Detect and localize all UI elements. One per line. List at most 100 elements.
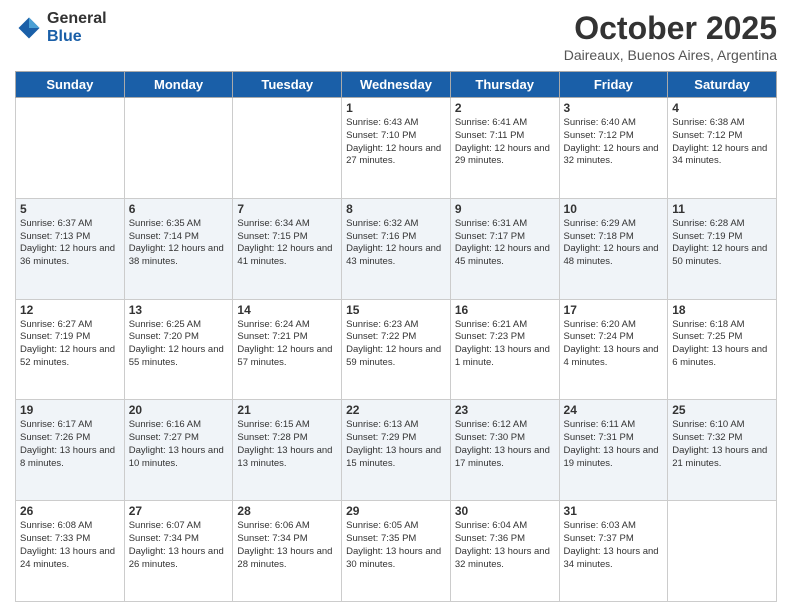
day-info: Sunrise: 6:27 AM Sunset: 7:19 PM Dayligh…: [20, 319, 120, 370]
day-info: Sunrise: 6:32 AM Sunset: 7:16 PM Dayligh…: [346, 218, 446, 269]
day-number: 3: [564, 101, 664, 115]
calendar-cell: 10 Sunrise: 6:29 AM Sunset: 7:18 PM Dayli…: [559, 198, 668, 299]
day-info: Sunrise: 6:21 AM Sunset: 7:23 PM Dayligh…: [455, 319, 555, 370]
header: General Blue October 2025 Daireaux, Buen…: [15, 10, 777, 63]
calendar-cell: 24 Sunrise: 6:11 AM Sunset: 7:31 PM Dayli…: [559, 400, 668, 501]
calendar-cell: 26 Sunrise: 6:08 AM Sunset: 7:33 PM Dayli…: [16, 501, 125, 602]
day-number: 7: [237, 202, 337, 216]
calendar-cell: 8 Sunrise: 6:32 AM Sunset: 7:16 PM Daylig…: [342, 198, 451, 299]
day-info: Sunrise: 6:16 AM Sunset: 7:27 PM Dayligh…: [129, 419, 229, 470]
calendar-cell: 3Sunrise: 6:40 AM Sunset: 7:12 PM Daylig…: [559, 98, 668, 199]
calendar-cell: 23Sunrise: 6:12 AM Sunset: 7:30 PM Dayli…: [450, 400, 559, 501]
calendar-cell: 31 Sunrise: 6:03 AM Sunset: 7:37 PM Dayli…: [559, 501, 668, 602]
calendar-cell: 7 Sunrise: 6:34 AM Sunset: 7:15 PM Daylig…: [233, 198, 342, 299]
calendar-cell: 1 Sunrise: 6:43 AM Sunset: 7:10 PM Daylig…: [342, 98, 451, 199]
day-number: 27: [129, 504, 229, 518]
day-info: Sunrise: 6:28 AM Sunset: 7:19 PM Dayligh…: [672, 218, 772, 269]
day-number: 18: [672, 303, 772, 317]
day-number: 12: [20, 303, 120, 317]
day-number: 21: [237, 403, 337, 417]
calendar-header-row: SundayMondayTuesdayWednesdayThursdayFrid…: [16, 72, 777, 98]
day-info: Sunrise: 6:11 AM Sunset: 7:31 PM Dayligh…: [564, 419, 664, 470]
calendar-cell: 9 Sunrise: 6:31 AM Sunset: 7:17 PM Daylig…: [450, 198, 559, 299]
day-number: 24: [564, 403, 664, 417]
day-info: Sunrise: 6:31 AM Sunset: 7:17 PM Dayligh…: [455, 218, 555, 269]
day-number: 20: [129, 403, 229, 417]
day-info: Sunrise: 6:43 AM Sunset: 7:10 PM Dayligh…: [346, 117, 446, 168]
calendar-cell: 16 Sunrise: 6:21 AM Sunset: 7:23 PM Dayli…: [450, 299, 559, 400]
day-info: Sunrise: 6:13 AM Sunset: 7:29 PM Dayligh…: [346, 419, 446, 470]
title-block: October 2025 Daireaux, Buenos Aires, Arg…: [564, 10, 777, 63]
calendar-cell: 29 Sunrise: 6:05 AM Sunset: 7:35 PM Dayli…: [342, 501, 451, 602]
day-number: 13: [129, 303, 229, 317]
day-number: 1: [346, 101, 446, 115]
calendar-cell: 22 Sunrise: 6:13 AM Sunset: 7:29 PM Dayli…: [342, 400, 451, 501]
calendar-cell: [124, 98, 233, 199]
day-number: 29: [346, 504, 446, 518]
day-header-tuesday: Tuesday: [233, 72, 342, 98]
logo-general-label: General: [47, 10, 107, 28]
calendar-cell: 2Sunrise: 6:41 AM Sunset: 7:11 PM Daylig…: [450, 98, 559, 199]
calendar-cell: 30Sunrise: 6:04 AM Sunset: 7:36 PM Dayli…: [450, 501, 559, 602]
day-info: Sunrise: 6:03 AM Sunset: 7:37 PM Dayligh…: [564, 520, 664, 571]
day-info: Sunrise: 6:05 AM Sunset: 7:35 PM Dayligh…: [346, 520, 446, 571]
week-row-2: 5 Sunrise: 6:37 AM Sunset: 7:13 PM Daylig…: [16, 198, 777, 299]
day-header-wednesday: Wednesday: [342, 72, 451, 98]
day-info: Sunrise: 6:17 AM Sunset: 7:26 PM Dayligh…: [20, 419, 120, 470]
day-info: Sunrise: 6:08 AM Sunset: 7:33 PM Dayligh…: [20, 520, 120, 571]
day-header-thursday: Thursday: [450, 72, 559, 98]
logo: General Blue: [15, 10, 107, 45]
day-number: 10: [564, 202, 664, 216]
day-number: 16: [455, 303, 555, 317]
day-number: 17: [564, 303, 664, 317]
day-number: 5: [20, 202, 120, 216]
calendar-cell: 15 Sunrise: 6:23 AM Sunset: 7:22 PM Dayli…: [342, 299, 451, 400]
day-number: 25: [672, 403, 772, 417]
calendar-cell: [16, 98, 125, 199]
day-number: 22: [346, 403, 446, 417]
day-info: Sunrise: 6:07 AM Sunset: 7:34 PM Dayligh…: [129, 520, 229, 571]
day-info: Sunrise: 6:20 AM Sunset: 7:24 PM Dayligh…: [564, 319, 664, 370]
calendar-cell: 17 Sunrise: 6:20 AM Sunset: 7:24 PM Dayli…: [559, 299, 668, 400]
logo-text: General Blue: [47, 10, 107, 45]
calendar-cell: 13 Sunrise: 6:25 AM Sunset: 7:20 PM Dayli…: [124, 299, 233, 400]
calendar-cell: 19Sunrise: 6:17 AM Sunset: 7:26 PM Dayli…: [16, 400, 125, 501]
day-info: Sunrise: 6:12 AM Sunset: 7:30 PM Dayligh…: [455, 419, 555, 470]
day-info: Sunrise: 6:10 AM Sunset: 7:32 PM Dayligh…: [672, 419, 772, 470]
day-number: 9: [455, 202, 555, 216]
location: Daireaux, Buenos Aires, Argentina: [564, 47, 777, 63]
day-number: 15: [346, 303, 446, 317]
calendar-cell: 21 Sunrise: 6:15 AM Sunset: 7:28 PM Dayli…: [233, 400, 342, 501]
day-info: Sunrise: 6:37 AM Sunset: 7:13 PM Dayligh…: [20, 218, 120, 269]
calendar-cell: 6Sunrise: 6:35 AM Sunset: 7:14 PM Daylig…: [124, 198, 233, 299]
day-number: 2: [455, 101, 555, 115]
month-title: October 2025: [564, 10, 777, 47]
day-info: Sunrise: 6:29 AM Sunset: 7:18 PM Dayligh…: [564, 218, 664, 269]
logo-icon: [15, 14, 43, 42]
day-number: 8: [346, 202, 446, 216]
day-info: Sunrise: 6:34 AM Sunset: 7:15 PM Dayligh…: [237, 218, 337, 269]
calendar-cell: [233, 98, 342, 199]
calendar: SundayMondayTuesdayWednesdayThursdayFrid…: [15, 71, 777, 602]
day-number: 31: [564, 504, 664, 518]
logo-blue-label: Blue: [47, 28, 107, 46]
day-number: 11: [672, 202, 772, 216]
calendar-cell: 11 Sunrise: 6:28 AM Sunset: 7:19 PM Dayli…: [668, 198, 777, 299]
week-row-5: 26 Sunrise: 6:08 AM Sunset: 7:33 PM Dayli…: [16, 501, 777, 602]
day-info: Sunrise: 6:18 AM Sunset: 7:25 PM Dayligh…: [672, 319, 772, 370]
week-row-4: 19Sunrise: 6:17 AM Sunset: 7:26 PM Dayli…: [16, 400, 777, 501]
day-info: Sunrise: 6:15 AM Sunset: 7:28 PM Dayligh…: [237, 419, 337, 470]
calendar-cell: 12 Sunrise: 6:27 AM Sunset: 7:19 PM Dayli…: [16, 299, 125, 400]
calendar-cell: 4Sunrise: 6:38 AM Sunset: 7:12 PM Daylig…: [668, 98, 777, 199]
calendar-cell: 14Sunrise: 6:24 AM Sunset: 7:21 PM Dayli…: [233, 299, 342, 400]
day-header-friday: Friday: [559, 72, 668, 98]
calendar-cell: 27 Sunrise: 6:07 AM Sunset: 7:34 PM Dayli…: [124, 501, 233, 602]
calendar-cell: 5 Sunrise: 6:37 AM Sunset: 7:13 PM Daylig…: [16, 198, 125, 299]
day-info: Sunrise: 6:25 AM Sunset: 7:20 PM Dayligh…: [129, 319, 229, 370]
day-info: Sunrise: 6:23 AM Sunset: 7:22 PM Dayligh…: [346, 319, 446, 370]
day-header-monday: Monday: [124, 72, 233, 98]
day-number: 26: [20, 504, 120, 518]
calendar-cell: 18 Sunrise: 6:18 AM Sunset: 7:25 PM Dayli…: [668, 299, 777, 400]
day-number: 4: [672, 101, 772, 115]
day-info: Sunrise: 6:04 AM Sunset: 7:36 PM Dayligh…: [455, 520, 555, 571]
